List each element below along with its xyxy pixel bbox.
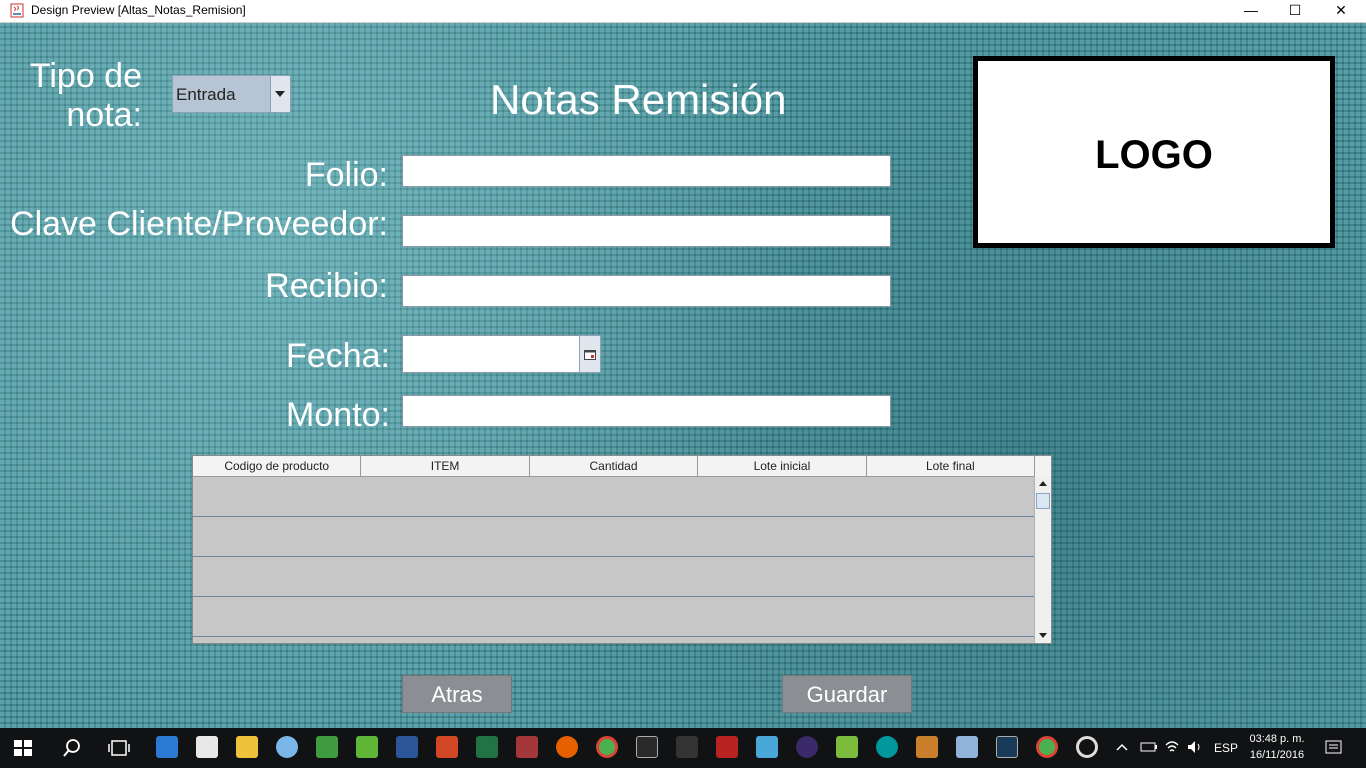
camtasia-icon[interactable] [316,736,338,758]
firefox-icon[interactable] [556,736,578,758]
photos-icon[interactable] [156,736,178,758]
table-row[interactable] [193,517,1035,557]
column-header-lote-inicial[interactable]: Lote inicial [698,456,867,476]
clock-time: 03:48 p. m. [1249,733,1305,745]
clock-date: 16/11/2016 [1249,749,1305,761]
save-button[interactable]: Guardar [782,675,912,713]
table-row[interactable] [193,597,1035,637]
back-button[interactable]: Atras [402,675,512,713]
column-header-cantidad[interactable]: Cantidad [530,456,699,476]
start-icon[interactable] [14,740,32,756]
taskbar-clock[interactable]: 03:48 p. m. 16/11/2016 [1240,731,1314,763]
maximize-button[interactable]: ☐ [1272,0,1318,22]
clave-cliente-input[interactable] [402,215,891,247]
page-title: Notas Remisión [490,76,787,123]
notifications-icon[interactable] [1325,739,1343,757]
window-title: Design Preview [Altas_Notas_Remision] [31,3,246,17]
java-icon [10,3,24,18]
tipo-nota-value: Entrada [176,85,236,104]
chrome-icon-2[interactable] [1036,736,1058,758]
arduino-icon[interactable] [876,736,898,758]
folio-label: Folio: [304,156,388,194]
products-table[interactable]: Codigo de producto ITEM Cantidad Lote in… [192,455,1052,644]
monto-label: Monto: [286,396,390,434]
netbeans-icon[interactable] [956,736,978,758]
column-header-lote-final[interactable]: Lote final [867,456,1036,476]
mysql-icon[interactable] [996,736,1018,758]
table-row[interactable] [193,557,1035,597]
column-header-codigo[interactable]: Codigo de producto [193,456,362,476]
form-area: Tipo de nota: Entrada Notas Remisión Fol… [0,23,1366,728]
minimize-button[interactable]: — [1228,0,1274,22]
scrollbar-corner [1035,456,1051,476]
game-icon[interactable] [676,736,698,758]
paint-icon[interactable] [916,736,938,758]
tipo-nota-label: Tipo de nota: [29,57,142,135]
app-icon[interactable] [756,736,778,758]
recibio-label: Recibio: [265,267,388,305]
column-header-item[interactable]: ITEM [361,456,530,476]
excel-icon[interactable] [476,736,498,758]
chevron-up-icon[interactable] [1116,742,1128,752]
logo-text: LOGO [1095,133,1213,177]
monto-input[interactable] [402,395,891,427]
scroll-up-icon[interactable] [1035,476,1051,492]
file-explorer-icon[interactable] [236,736,258,758]
logo-placeholder: LOGO [973,56,1335,248]
wifi-icon[interactable] [1164,739,1180,755]
terminal-icon[interactable] [636,736,658,758]
window-titlebar: Design Preview [Altas_Notas_Remision] — … [0,0,1366,23]
fecha-input[interactable] [402,335,580,373]
date-picker-button[interactable] [579,335,601,373]
powerpoint-icon[interactable] [436,736,458,758]
scrollbar-thumb[interactable] [1036,493,1050,509]
folio-input[interactable] [402,155,891,187]
dropdown-arrow[interactable] [270,76,290,112]
task-view-icon[interactable] [108,739,130,757]
table-row[interactable] [193,477,1035,517]
table-header: Codigo de producto ITEM Cantidad Lote in… [193,456,1036,477]
scroll-down-icon[interactable] [1035,627,1051,643]
eclipse-icon[interactable] [796,736,818,758]
word-icon[interactable] [396,736,418,758]
calendar-icon [584,350,596,360]
taskbar: ESP 03:48 p. m. 16/11/2016 [0,728,1366,768]
recibio-input[interactable] [402,275,891,307]
camera-icon[interactable] [196,736,218,758]
clave-cliente-label: Clave Cliente/Proveedor: [10,205,388,243]
chrome-icon[interactable] [596,736,618,758]
search-icon[interactable] [62,738,82,758]
table-vertical-scrollbar[interactable] [1034,456,1051,643]
close-button[interactable]: ✕ [1318,0,1364,22]
camtasia-recorder-icon[interactable] [356,736,378,758]
tipo-nota-dropdown[interactable]: Entrada [172,75,291,113]
language-indicator[interactable]: ESP [1214,728,1238,768]
media-icon[interactable] [1076,736,1098,758]
volume-icon[interactable] [1186,739,1204,755]
notepad-icon[interactable] [836,736,858,758]
dota-icon[interactable] [716,736,738,758]
fecha-label: Fecha: [286,337,390,375]
chevron-down-icon [275,91,285,97]
battery-icon[interactable] [1140,741,1158,753]
browser-icon[interactable] [276,736,298,758]
access-icon[interactable] [516,736,538,758]
